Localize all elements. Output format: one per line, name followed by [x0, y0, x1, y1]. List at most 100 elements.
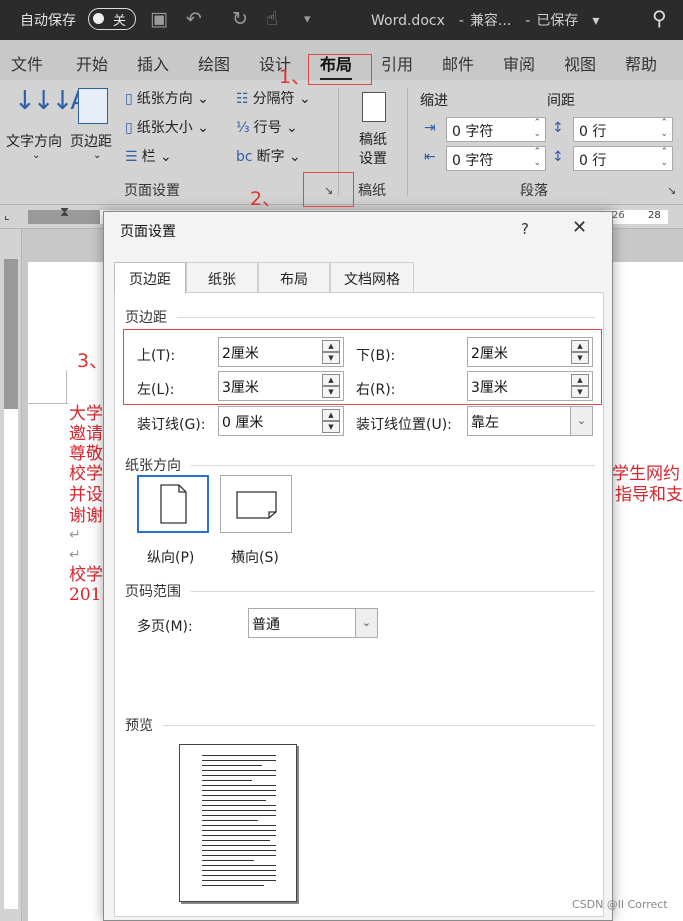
manuscript-button-line1[interactable]: 稿纸 [359, 129, 387, 149]
doc-text-line: 谢谢 [69, 506, 103, 526]
page-setup-group-label: 页面设置 [124, 183, 180, 199]
tab-file[interactable]: 文件 [11, 51, 43, 75]
customize-toolbar-icon[interactable]: ▾ [304, 12, 311, 27]
line-numbers-button[interactable]: ⅓ 行号 ⌄ [236, 117, 298, 137]
doc-text-line: 校学 [69, 565, 103, 585]
section-divider [191, 465, 595, 466]
tab-home[interactable]: 开始 [76, 51, 108, 75]
line-numbers-icon: ⅓ [236, 120, 250, 136]
close-button[interactable]: ✕ [572, 217, 587, 238]
text-direction-button[interactable]: 文字方向 [6, 131, 62, 151]
tab-view[interactable]: 视图 [564, 51, 596, 75]
columns-icon: ☰ [125, 149, 138, 165]
margins-icon [78, 88, 108, 124]
section-divider [177, 317, 595, 318]
paragraph-launcher-icon[interactable]: ↘ [667, 184, 676, 197]
undo-icon[interactable]: ↶ [186, 8, 202, 30]
preview-section-label: 预览 [125, 718, 153, 734]
page-preview [179, 744, 297, 902]
section-divider [191, 591, 595, 592]
size-button[interactable]: ▯ 纸张大小 ⌄ [125, 117, 209, 137]
orientation-button[interactable]: ▯ 纸张方向 ⌄ [125, 88, 209, 108]
indent-marker-icon[interactable]: ⧗ [60, 205, 69, 220]
pages-section-label: 页码范围 [125, 584, 181, 600]
portrait-option[interactable] [137, 475, 209, 533]
portrait-icon [160, 484, 187, 524]
hyphenation-button[interactable]: bc 断字 ⌄ [236, 146, 301, 166]
indent-right-input[interactable]: 0 字符 ⌃ ⌄ [446, 146, 546, 171]
autosave-label: 自动保存 [20, 13, 76, 29]
columns-button[interactable]: ☰ 栏 ⌄ [125, 146, 172, 166]
portrait-label[interactable]: 纵向(P) [147, 547, 194, 567]
page-setup-dialog: 页面设置 ? ✕ 页边距 纸张 布局 文档网格 页边距 上(T): 2厘米 ▲ ▼ … [103, 211, 613, 921]
manuscript-button-line2[interactable]: 设置 [359, 148, 387, 168]
chevron-down-icon: ⌄ [93, 150, 102, 161]
gutter-position-select[interactable]: 靠左 ⌄ [467, 406, 593, 436]
gutter-input[interactable]: 0 厘米 ▲ ▼ [218, 406, 344, 436]
dialog-title: 页面设置 [120, 224, 176, 240]
tab-draw[interactable]: 绘图 [198, 51, 230, 75]
toggle-state: 关 [113, 14, 127, 29]
doc-text-line: 尊敬 [69, 444, 103, 464]
autosave-toggle[interactable]: 关 [88, 8, 136, 30]
highlight-margins [123, 329, 602, 405]
tab-help[interactable]: 帮助 [625, 51, 657, 75]
indent-left-icon: ⇥ [424, 120, 436, 136]
breaks-button[interactable]: ☷ 分隔符 ⌄ [236, 88, 311, 108]
manuscript-group-label: 稿纸 [358, 183, 386, 199]
tab-selector-icon[interactable]: ⌞ [4, 208, 10, 222]
tab-layout[interactable]: 布局 [258, 262, 330, 292]
spacing-before-icon: ↕ [552, 120, 564, 136]
indent-left-input[interactable]: 0 字符 ⌃ ⌄ [446, 117, 546, 142]
doc-text-line: 大学 [69, 404, 103, 424]
landscape-option[interactable] [220, 475, 292, 533]
step-3-label: 3、 [77, 350, 109, 372]
landscape-label[interactable]: 横向(S) [231, 547, 279, 567]
margins-button[interactable]: 页边距 [70, 131, 112, 151]
ruler-mark-28: 28 [648, 210, 661, 221]
spacing-after-input[interactable]: 0 行 ⌃ ⌄ [573, 146, 673, 171]
highlight-launcher [303, 172, 354, 207]
step-1-label: 1、 [279, 66, 311, 88]
multiple-pages-select[interactable]: 普通 ⌄ [248, 608, 378, 638]
compat-mode: 兼容... [469, 13, 512, 29]
margins-section-label: 页边距 [125, 310, 167, 326]
size-icon: ▯ [125, 120, 133, 136]
vruler-margin [4, 259, 18, 409]
orientation-icon: ▯ [125, 91, 133, 107]
tab-mailings[interactable]: 邮件 [442, 51, 474, 75]
chevron-down-icon: ⌄ [32, 150, 41, 161]
redo-icon[interactable]: ↻ [232, 8, 248, 30]
tab-paper[interactable]: 纸张 [186, 262, 258, 292]
touch-mode-icon[interactable]: ☝ [266, 8, 278, 30]
tab-margins[interactable]: 页边距 [114, 262, 186, 294]
margin-guide [66, 370, 67, 404]
landscape-icon [236, 491, 277, 519]
watermark: CSDN @ll Correct [572, 898, 668, 911]
manuscript-icon [362, 92, 386, 122]
paragraph-mark-icon: ↵ [69, 527, 81, 543]
tab-review[interactable]: 审阅 [503, 51, 535, 75]
vertical-ruler[interactable] [0, 229, 22, 921]
paragraph-group-label: 段落 [520, 183, 548, 199]
indent-label: 缩进 [420, 93, 448, 109]
text-direction-icon: ↓↓↓A [14, 86, 88, 116]
chevron-down-icon: ⌄ [570, 407, 592, 435]
gutter-position-label: 装订线位置(U): [356, 417, 452, 433]
help-button[interactable]: ? [521, 220, 529, 238]
paragraph-mark-icon: ↵ [69, 547, 81, 563]
tab-insert[interactable]: 插入 [137, 51, 169, 75]
orientation-section-label: 纸张方向 [125, 458, 181, 474]
title-bar: 自动保存 关 ▣ ↶ ↻ ☝ ▾ Word.docx - 兼容... - 已保存 ▾ ⚲ [0, 0, 683, 40]
document-title: Word.docx - 兼容... - 已保存 ▾ [371, 13, 600, 29]
ruler-mark-26: 26 [612, 210, 625, 221]
doc-text-line: 并设 [69, 485, 103, 505]
tab-references[interactable]: 引用 [381, 51, 413, 75]
search-icon[interactable]: ⚲ [652, 6, 667, 30]
save-icon[interactable]: ▣ [150, 8, 168, 30]
tab-doc-grid[interactable]: 文档网格 [330, 262, 414, 292]
ribbon-separator [407, 88, 408, 196]
spacing-before-input[interactable]: 0 行 ⌃ ⌄ [573, 117, 673, 142]
spacing-label: 间距 [547, 93, 575, 109]
breaks-icon: ☷ [236, 91, 249, 107]
